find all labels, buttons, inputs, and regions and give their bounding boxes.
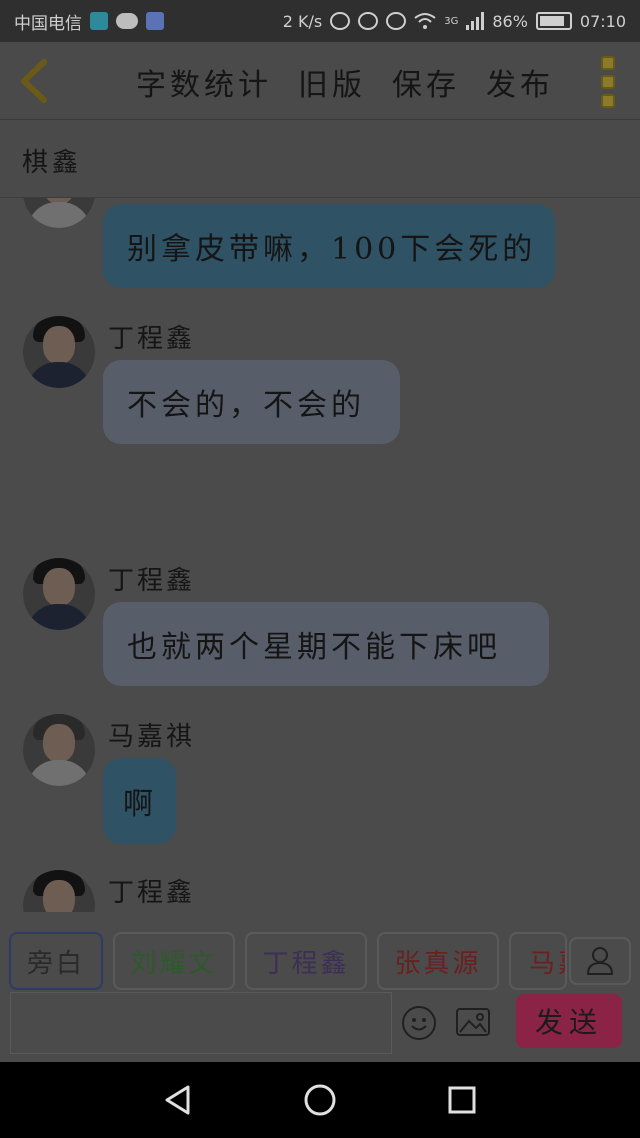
alarm-icon <box>358 12 379 30</box>
old-version-button[interactable]: 旧版 <box>298 60 366 104</box>
network-speed: 2 K/s <box>282 11 323 31</box>
publish-button[interactable]: 发布 <box>486 60 554 104</box>
avatar[interactable] <box>23 316 95 388</box>
message-bubble[interactable]: 别拿皮带嘛，100下会死的 <box>103 204 555 288</box>
avatar[interactable] <box>23 870 95 912</box>
battery-icon <box>535 12 572 30</box>
message-bubble[interactable]: 不会的，不会的 <box>103 360 400 444</box>
chat-area[interactable]: 别拿皮带嘛，100下会死的 丁程鑫 不会的，不会的 丁程鑫 也就两个星期不能下床… <box>0 198 640 912</box>
status-left: 中国电信 <box>14 9 164 34</box>
character-chip-ding-chengxin[interactable]: 丁程鑫 <box>245 932 367 990</box>
back-triangle-icon <box>165 1085 190 1115</box>
wifi-icon <box>414 13 436 29</box>
network-type: 3G <box>444 15 459 27</box>
send-button[interactable]: 发送 <box>516 994 622 1048</box>
sender-name: 丁程鑫 <box>108 324 196 354</box>
save-button[interactable]: 保存 <box>392 60 460 104</box>
avatar[interactable] <box>23 198 95 228</box>
avatar[interactable] <box>23 714 95 786</box>
character-chip-narrator[interactable]: 旁白 <box>9 932 103 990</box>
nav-back-button[interactable] <box>158 1080 198 1120</box>
add-character-button[interactable] <box>569 937 631 985</box>
message-bubble[interactable]: 啊 <box>103 758 176 844</box>
character-chip-zhang-zhenyuan[interactable]: 张真源 <box>377 932 499 990</box>
chevron-left-icon <box>21 59 47 103</box>
app-icon <box>146 12 164 30</box>
carrier-label: 中国电信 <box>14 13 82 34</box>
avatar[interactable] <box>23 558 95 630</box>
character-chip-liu-yaowen[interactable]: 刘耀文 <box>113 932 235 990</box>
shield-icon <box>90 12 108 30</box>
vertical-dots-icon <box>601 56 615 70</box>
status-bar: 中国电信 2 K/s 3G 86% 07:10 <box>0 0 640 42</box>
message-input[interactable] <box>10 992 392 1054</box>
sender-name: 马嘉祺 <box>108 722 196 752</box>
emoji-icon[interactable] <box>402 1006 436 1040</box>
signal-icon <box>466 12 485 30</box>
character-selector: 旁白 刘耀文 丁程鑫 张真源 马嘉祺 <box>0 912 640 992</box>
status-right: 2 K/s 3G 86% 07:10 <box>283 12 626 31</box>
nav-home-button[interactable] <box>300 1080 340 1120</box>
battery-percent: 86% <box>492 11 528 31</box>
editor-header: 字数统计 旧版 保存 发布 <box>0 42 640 120</box>
image-icon[interactable] <box>456 1008 490 1036</box>
sender-name: 丁程鑫 <box>108 566 196 596</box>
headset-icon <box>330 12 351 30</box>
word-count-button[interactable]: 字数统计 <box>136 60 272 104</box>
input-row: 发送 <box>0 992 640 1062</box>
story-title[interactable]: 棋鑫 <box>22 142 82 179</box>
person-icon <box>586 947 614 975</box>
eye-icon <box>386 12 407 30</box>
title-row[interactable]: 棋鑫 <box>0 120 640 198</box>
recents-square-icon <box>448 1086 476 1114</box>
more-menu-button[interactable] <box>598 56 618 108</box>
home-circle-icon <box>304 1084 336 1116</box>
editor-toolbar: 字数统计 旧版 保存 发布 <box>136 60 554 104</box>
message-bubble[interactable]: 也就两个星期不能下床吧 <box>103 602 549 686</box>
wechat-icon <box>116 13 138 29</box>
sender-name: 丁程鑫 <box>108 878 196 908</box>
nav-recents-button[interactable] <box>442 1080 482 1120</box>
system-nav-bar <box>0 1062 640 1138</box>
character-chip-ma-jiaqi[interactable]: 马嘉祺 <box>509 932 567 990</box>
clock: 07:10 <box>579 11 626 31</box>
back-button[interactable] <box>14 58 54 104</box>
